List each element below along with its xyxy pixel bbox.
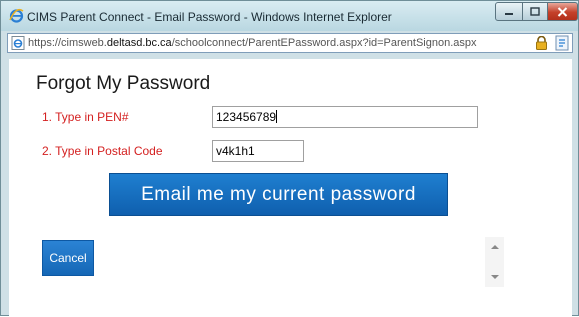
ie-logo-icon <box>9 8 24 23</box>
title-bar[interactable]: CIMS Parent Connect - Email Password - W… <box>1 1 578 31</box>
scroll-down-arrow-icon[interactable] <box>491 275 499 279</box>
maximize-icon <box>530 7 540 16</box>
postal-code-input[interactable]: v4k1h1 <box>212 140 304 162</box>
email-password-button[interactable]: Email me my current password <box>109 173 448 216</box>
postal-code-label: 2. Type in Postal Code <box>42 144 163 158</box>
minimize-icon <box>505 12 513 15</box>
postal-code-value: v4k1h1 <box>216 144 255 158</box>
minimize-button[interactable] <box>495 2 523 21</box>
close-button[interactable] <box>547 2 578 21</box>
pen-value: 123456789 <box>216 110 277 124</box>
address-url[interactable]: https://cimsweb.deltasd.bc.ca/schoolconn… <box>28 37 477 49</box>
url-domain: deltasd.bc.ca <box>106 37 172 49</box>
lock-icon[interactable] <box>535 36 548 50</box>
url-prefix: https://cimsweb. <box>28 37 107 49</box>
compatibility-view-icon[interactable] <box>555 35 569 51</box>
ie-page-icon <box>11 36 25 50</box>
browser-window: CIMS Parent Connect - Email Password - W… <box>0 0 579 317</box>
scroll-up-arrow-icon[interactable] <box>491 245 499 249</box>
url-path: /schoolconnect/ParentEPassword.aspx?id=P… <box>171 37 477 49</box>
scrollbar[interactable] <box>485 237 504 287</box>
address-bar[interactable]: https://cimsweb.deltasd.bc.ca/schoolconn… <box>7 33 573 53</box>
maximize-button[interactable] <box>522 2 548 21</box>
cancel-button[interactable]: Cancel <box>42 240 94 276</box>
pen-label: 1. Type in PEN# <box>42 110 129 124</box>
text-caret <box>276 110 278 123</box>
window-title: CIMS Parent Connect - Email Password - W… <box>27 10 392 24</box>
page-title: Forgot My Password <box>36 73 211 94</box>
pen-input[interactable]: 123456789 <box>212 106 478 128</box>
close-icon <box>557 6 568 17</box>
